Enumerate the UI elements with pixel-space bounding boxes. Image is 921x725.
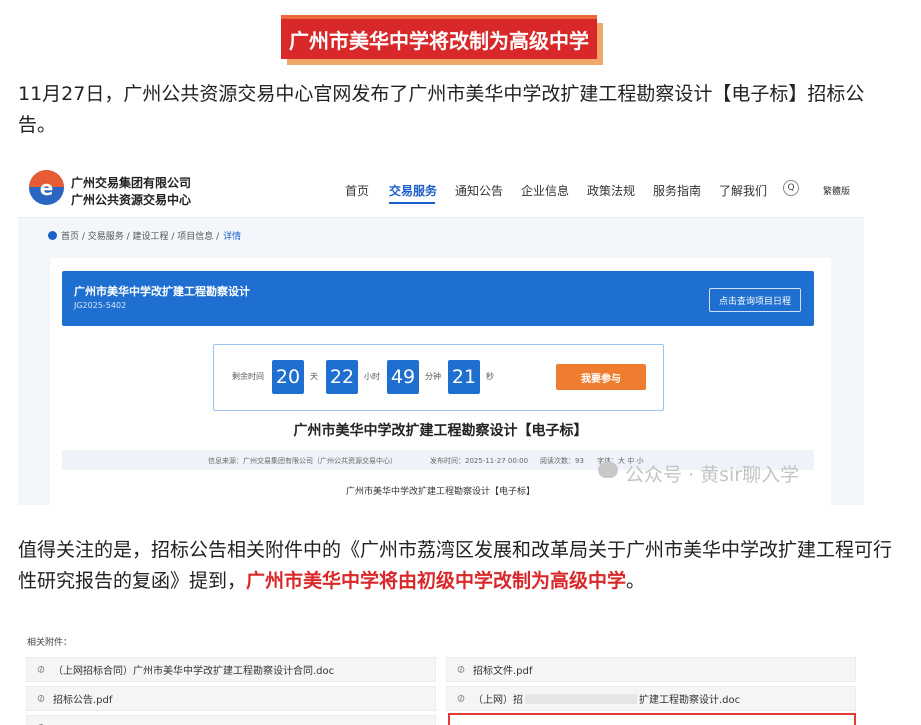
nav-company-info[interactable]: 企业信息 (521, 182, 569, 199)
attachment-item[interactable]: ⊘ （上网）招 扩建工程勘察设计.doc (446, 686, 856, 711)
attachment-name-start[interactable]: （上网）招 (473, 691, 523, 706)
project-title: 广州市美华中学改扩建工程勘察设计【电子标】 (293, 423, 588, 439)
watermark: 公众号 · 黄sir聊入学 (625, 464, 800, 486)
breadcrumb-current: 详情 (223, 232, 242, 242)
paperclip-icon: ⊘ (35, 720, 50, 725)
para2-highlight: 广州市美华中学将由初级中学改制为高级中学 (246, 570, 627, 592)
countdown-seconds: 21 (448, 360, 480, 394)
wechat-icon (598, 462, 618, 478)
nav-home[interactable]: 首页 (345, 182, 369, 199)
paperclip-icon: ⊘ (454, 692, 468, 706)
breadcrumb: 首页 / 交易服务 / 建设工程 / 项目信息 / 详情 (48, 229, 241, 242)
attachment-name-end[interactable]: 扩建工程勘察设计.doc (639, 691, 740, 706)
countdown-minutes: 49 (387, 360, 419, 394)
attachment-item-cut[interactable]: ⊘ (26, 715, 436, 725)
highlight-box (448, 713, 856, 725)
headline-banner: 广州市美华中学将改制为高级中学 (281, 15, 603, 65)
attachment-name[interactable]: 招标文件.pdf (473, 662, 532, 677)
org-name-line2: 广州公共资源交易中心 (71, 193, 192, 207)
breadcrumb-path[interactable]: 首页 / 交易服务 / 建设工程 / 项目信息 / (61, 229, 219, 242)
attachments-label: 相关附件： (27, 638, 73, 648)
project-code: JG2025-5402 (74, 301, 127, 310)
banner-title: 广州市美华中学将改制为高级中学 (281, 15, 597, 59)
nav-policies[interactable]: 政策法规 (587, 182, 635, 199)
nav-about-us[interactable]: 了解我们 (719, 182, 767, 199)
countdown-label: 剩余时间 (232, 372, 264, 381)
paperclip-icon: ⊘ (34, 692, 48, 706)
logo-icon[interactable]: e (29, 170, 64, 205)
meta-views: 阅读次数：93 (540, 457, 584, 465)
nav-service-guide[interactable]: 服务指南 (653, 182, 701, 199)
countdown-days-unit: 天 (310, 372, 318, 381)
attachment-name[interactable]: （上网招标合同）广州市美华中学改扩建工程勘察设计合同.doc (53, 662, 334, 677)
nav-active-indicator (389, 202, 435, 204)
location-pin-icon (48, 231, 57, 240)
project-name: 广州市美华中学改扩建工程勘察设计 (74, 285, 250, 298)
intro-paragraph: 11月27日，广州公共资源交易中心官网发布了广州市美华中学改扩建工程勘察设计【电… (18, 83, 865, 136)
attachment-item[interactable]: ⊘ （上网招标合同）广州市美华中学改扩建工程勘察设计合同.doc (26, 657, 436, 682)
nav-trade-services[interactable]: 交易服务 (389, 182, 437, 199)
countdown-panel: 剩余时间 20 天 22 小时 49 分钟 21 秒 我要参与 (213, 344, 664, 411)
meta-publish-time: 发布时间：2025-11-27 00:00 (430, 457, 529, 465)
paperclip-icon: ⊘ (34, 663, 48, 677)
org-name-line1: 广州交易集团有限公司 (71, 176, 192, 190)
project-card-header: 广州市美华中学改扩建工程勘察设计 JG2025-5402 点击查询项目日程 (62, 271, 814, 326)
highlight-paragraph: 值得关注的是，招标公告相关附件中的《广州市荔湾区发展和改革局关于广州市美华中学改… (18, 535, 898, 597)
blurred-text (525, 693, 637, 704)
embedded-site-screenshot: e 广州交易集团有限公司 广州公共资源交易中心 首页 交易服务 通知公告 企业信… (18, 160, 864, 505)
paperclip-icon: ⊘ (454, 663, 468, 677)
traditional-chinese-toggle[interactable]: 繁體版 (823, 184, 850, 197)
query-schedule-button[interactable]: 点击查询项目日程 (709, 288, 801, 312)
attachments-panel: 相关附件： ⊘ （上网招标合同）广州市美华中学改扩建工程勘察设计合同.doc ⊘… (18, 625, 864, 725)
countdown-hours: 22 (326, 360, 358, 394)
countdown-seconds-unit: 秒 (486, 372, 494, 381)
meta-source: 信息来源：广州交易集团有限公司（广州公共资源交易中心） (208, 457, 397, 465)
attachment-item[interactable]: ⊘ 招标公告.pdf (26, 686, 436, 711)
countdown-minutes-unit: 分钟 (425, 372, 441, 381)
nav-notices[interactable]: 通知公告 (455, 182, 503, 199)
countdown-days: 20 (272, 360, 304, 394)
search-icon[interactable]: Q (783, 180, 799, 196)
para2-after: 。 (626, 570, 646, 592)
site-header: e 广州交易集团有限公司 广州公共资源交易中心 首页 交易服务 通知公告 企业信… (18, 160, 864, 218)
countdown-hours-unit: 小时 (364, 372, 380, 381)
attachment-item[interactable]: ⊘ 招标文件.pdf (446, 657, 856, 682)
attachment-name[interactable]: 招标公告.pdf (53, 691, 112, 706)
join-button[interactable]: 我要参与 (556, 364, 646, 390)
